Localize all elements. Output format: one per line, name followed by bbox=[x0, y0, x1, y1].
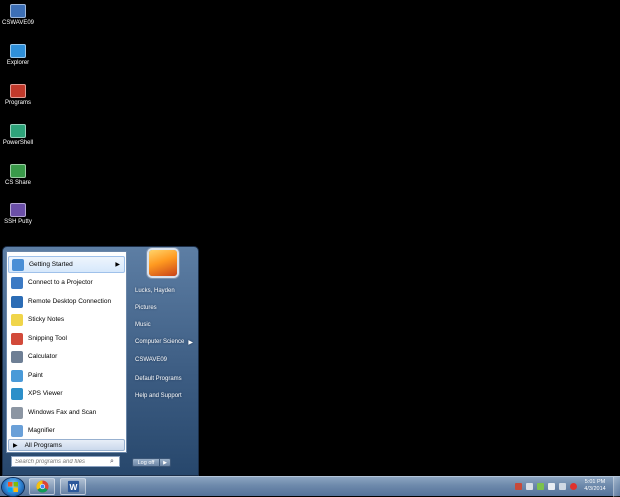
word-taskbar-button[interactable]: W bbox=[60, 478, 86, 495]
desktop-icon-label: SSH Putty bbox=[4, 219, 32, 225]
start-item-snipping-tool[interactable]: Snipping Tool bbox=[8, 330, 125, 347]
start-right-label: Music bbox=[135, 322, 151, 328]
start-right-user[interactable]: Lucks, Hayden bbox=[132, 284, 196, 298]
submenu-arrow-icon: ▶ bbox=[188, 339, 193, 346]
word-icon: W bbox=[67, 480, 80, 493]
start-item-label: Calculator bbox=[28, 353, 58, 360]
start-right-help-support[interactable]: Help and Support bbox=[132, 389, 196, 403]
fax-scan-icon bbox=[11, 406, 23, 419]
network-drive-icon bbox=[10, 4, 26, 18]
start-right-label: Pictures bbox=[135, 305, 157, 311]
clock-time: 5:01 PM bbox=[584, 479, 606, 485]
desktop-icon-label: CSWAVE09 bbox=[2, 20, 35, 26]
start-item-label: Getting Started bbox=[29, 261, 73, 268]
start-item-xps-viewer[interactable]: XPS Viewer bbox=[8, 385, 125, 402]
desktop-icon-cs-share[interactable]: CS Share bbox=[2, 164, 34, 187]
tray-monitor-icon[interactable] bbox=[559, 483, 566, 490]
start-search-input[interactable] bbox=[12, 458, 110, 465]
desktop-icon-label: PowerShell bbox=[2, 140, 34, 146]
desktop-icon-label: Explorer bbox=[6, 60, 30, 66]
start-item-sticky-notes[interactable]: Sticky Notes bbox=[8, 311, 125, 328]
search-icon[interactable]: ⌕ bbox=[110, 458, 114, 466]
start-button[interactable] bbox=[2, 478, 24, 496]
start-item-connect-projector[interactable]: Connect to a Projector bbox=[8, 274, 125, 291]
start-item-remote-desktop[interactable]: Remote Desktop Connection bbox=[8, 293, 125, 310]
desktop-icon-cswave09[interactable]: CSWAVE09 bbox=[2, 4, 34, 27]
start-right-cswave09[interactable]: CSWAVE09 bbox=[132, 353, 196, 367]
tray-flag-icon[interactable] bbox=[537, 483, 544, 490]
user-avatar[interactable] bbox=[149, 250, 177, 276]
start-item-paint[interactable]: Paint bbox=[8, 367, 125, 384]
calculator-icon bbox=[11, 350, 23, 363]
desktop-icon-label: Programs bbox=[4, 100, 31, 106]
start-right-music[interactable]: Music bbox=[132, 318, 196, 332]
projector-icon bbox=[11, 276, 23, 289]
windows-logo-icon bbox=[8, 482, 18, 492]
tray-volume-icon[interactable] bbox=[548, 483, 555, 490]
start-right-default-programs[interactable]: Default Programs bbox=[132, 372, 196, 386]
scissors-icon bbox=[11, 332, 23, 345]
start-right-pictures[interactable]: Pictures bbox=[132, 301, 196, 315]
start-item-label: Paint bbox=[28, 372, 43, 379]
clock-date: 4/3/2014 bbox=[584, 486, 606, 492]
programs-folder-icon bbox=[10, 84, 26, 98]
start-right-label: CSWAVE09 bbox=[135, 357, 168, 363]
chrome-taskbar-button[interactable] bbox=[29, 478, 55, 495]
submenu-arrow-icon: ▶ bbox=[115, 262, 120, 268]
start-menu-programs-pane: Getting Started ▶ Connect to a Projector… bbox=[6, 251, 127, 453]
putty-icon bbox=[10, 203, 26, 217]
start-item-label: XPS Viewer bbox=[28, 390, 63, 397]
logoff-group: Log off ▶ bbox=[132, 458, 171, 468]
desktop-icon-programs[interactable]: Programs bbox=[2, 84, 34, 107]
share-folder-icon bbox=[10, 164, 26, 178]
all-programs-arrow-icon: ▶ bbox=[13, 442, 18, 449]
desktop-icon-powershell[interactable]: PowerShell bbox=[2, 124, 34, 147]
paint-icon bbox=[11, 369, 23, 382]
start-item-label: Connect to a Projector bbox=[28, 279, 93, 286]
show-desktop-button[interactable] bbox=[613, 477, 620, 497]
xps-viewer-icon bbox=[11, 387, 23, 400]
desktop-icon-label: CS Share bbox=[4, 180, 31, 186]
start-item-label: Sticky Notes bbox=[28, 316, 65, 323]
sticky-notes-icon bbox=[11, 313, 23, 326]
system-tray bbox=[515, 479, 581, 494]
explorer-icon bbox=[10, 44, 26, 58]
logoff-button[interactable]: Log off bbox=[132, 458, 160, 467]
start-right-computer-science[interactable]: Computer Science ▶ bbox=[132, 335, 196, 349]
start-item-fax-scan[interactable]: Windows Fax and Scan bbox=[8, 404, 125, 421]
start-item-label: Remote Desktop Connection bbox=[28, 298, 112, 305]
start-right-label: Help and Support bbox=[135, 393, 182, 399]
start-item-label: Windows Fax and Scan bbox=[28, 409, 97, 416]
start-item-label: Magnifier bbox=[28, 427, 55, 434]
start-item-label: Snipping Tool bbox=[28, 335, 67, 342]
start-right-label: Lucks, Hayden bbox=[135, 288, 175, 294]
start-search-box: ⌕ bbox=[11, 456, 120, 467]
desktop-icon-explorer[interactable]: Explorer bbox=[2, 44, 34, 67]
start-item-calculator[interactable]: Calculator bbox=[8, 348, 125, 365]
chrome-icon bbox=[36, 480, 49, 493]
start-menu: Getting Started ▶ Connect to a Projector… bbox=[2, 246, 199, 476]
tray-app-icon[interactable] bbox=[515, 483, 522, 490]
shutdown-options-arrow-icon[interactable]: ▶ bbox=[160, 458, 171, 467]
all-programs-label: All Programs bbox=[24, 441, 62, 449]
all-programs-button[interactable]: ▶ All Programs bbox=[8, 439, 125, 451]
taskbar: W 5:01 PM 4/3/2014 bbox=[0, 476, 620, 497]
getting-started-icon bbox=[12, 258, 24, 271]
tray-network-icon[interactable] bbox=[526, 483, 533, 490]
powershell-icon bbox=[10, 124, 26, 138]
tray-power-icon[interactable] bbox=[570, 483, 577, 490]
remote-desktop-icon bbox=[11, 295, 23, 308]
start-right-label: Computer Science bbox=[135, 339, 185, 345]
start-item-magnifier[interactable]: Magnifier bbox=[8, 422, 125, 439]
svg-text:W: W bbox=[70, 482, 78, 492]
start-right-label: Default Programs bbox=[135, 376, 182, 382]
desktop-icon-ssh-putty[interactable]: SSH Putty bbox=[2, 203, 34, 226]
magnifier-icon bbox=[11, 424, 23, 437]
taskbar-clock[interactable]: 5:01 PM 4/3/2014 bbox=[578, 479, 612, 493]
start-item-getting-started[interactable]: Getting Started ▶ bbox=[8, 256, 125, 273]
